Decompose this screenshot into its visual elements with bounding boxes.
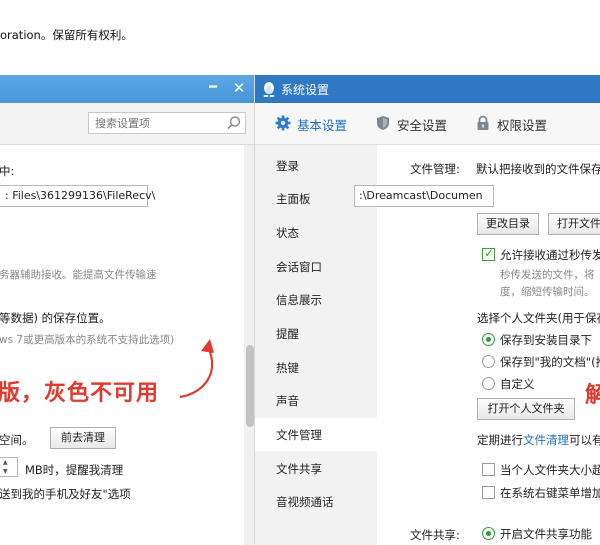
recv-path-value: : Files\361299136\FileRecv\: [5, 189, 156, 202]
sidebar-item-login[interactable]: 登录: [255, 149, 377, 182]
annotation-text-left: 版，灰色不可用: [0, 381, 160, 406]
file-mgmt-label: 文件管理:: [410, 162, 460, 176]
change-directory-button[interactable]: 更改目录: [477, 213, 539, 235]
recv-path-field[interactable]: : Files\361299136\FileRecv\: [0, 185, 155, 207]
folder-size-label: 当个人文件夹大小超: [500, 463, 600, 477]
allow-fast-send-label: 允许接收通过秒传发: [500, 248, 600, 262]
save-path-value: :\Dreamcast\Documen: [359, 189, 483, 202]
radio-my-docs-label: 保存到"我的文档"(推: [500, 355, 600, 369]
sidebar-item-hotkeys[interactable]: 热键: [255, 351, 377, 384]
fast-send-desc-2: 度，缩短传输时间。: [500, 286, 595, 298]
friends-option-label: 送到我的手机及好友"选项: [0, 487, 131, 501]
file-sharing-label: 文件共享:: [410, 528, 460, 542]
sidebar-item-label: 信息展示: [276, 293, 322, 307]
window-titlebar: 系统设置: [255, 75, 600, 103]
periodic-suffix: 可以有: [569, 433, 600, 447]
scrollbar[interactable]: [244, 145, 254, 545]
fast-send-desc-1: 秒传发送的文件，将: [500, 269, 595, 281]
sidebar-item-label: 热键: [276, 361, 299, 375]
sidebar-item-label: 主面板: [276, 192, 311, 206]
old-window-toolbar: [0, 103, 254, 145]
tab-basic-settings[interactable]: 基本设置: [275, 114, 355, 134]
copyright-text: oration。保留所有权利。: [0, 28, 133, 42]
threshold-stepper[interactable]: ▲ ▼: [0, 457, 18, 477]
sidebar-item-label: 音视频通话: [276, 495, 334, 509]
sidebar-item-file-sharing[interactable]: 文件共享: [255, 452, 377, 485]
sidebar-item-label: 登录: [276, 159, 299, 173]
sidebar-item-label: 状态: [276, 226, 299, 240]
stepper-down-icon[interactable]: ▼: [3, 468, 8, 475]
radio-custom-label: 自定义: [500, 377, 535, 391]
close-icon[interactable]: ✕: [229, 77, 249, 99]
file-cleanup-link[interactable]: 文件清理: [523, 433, 569, 447]
window-title: 系统设置: [281, 83, 330, 97]
sidebar-item-label: 提醒: [276, 327, 299, 341]
search-field[interactable]: [88, 112, 246, 134]
clear-button[interactable]: 前去清理: [50, 427, 116, 449]
penguin-icon: [263, 82, 275, 97]
allow-fast-send-checkbox[interactable]: [482, 246, 495, 261]
context-menu-label: 在系统右键菜单增加: [500, 486, 600, 500]
minimize-icon[interactable]: ━: [204, 78, 222, 98]
space-label: 空间。: [0, 433, 34, 447]
shield-icon: [377, 116, 389, 130]
radio-install-dir[interactable]: [482, 333, 495, 346]
sidebar-item-label: 会话窗口: [276, 260, 322, 274]
annotation-arrow-icon: [179, 339, 214, 399]
sidebar-item-chat-window[interactable]: 会话窗口: [255, 250, 377, 283]
enable-sharing-radio[interactable]: [482, 527, 495, 540]
radio-install-dir-label: 保存到安装目录下: [500, 333, 592, 347]
save-path-field[interactable]: :\Dreamcast\Documen: [354, 185, 494, 207]
periodic-cleanup-text: 定期进行文件清理可以有: [477, 432, 600, 448]
sidebar-item-label: 文件管理: [276, 428, 322, 442]
settings-tabs: 基本设置 安全设置 权限设置: [255, 103, 600, 145]
periodic-prefix: 定期进行: [477, 433, 523, 447]
enable-sharing-label: 开启文件共享功能: [500, 527, 592, 541]
radio-my-docs[interactable]: [482, 355, 495, 368]
old-window-titlebar: ━ ✕: [0, 75, 254, 103]
search-input[interactable]: [95, 115, 220, 131]
search-icon[interactable]: [226, 115, 242, 131]
lock-icon: [477, 115, 489, 130]
save-location-label: 等数据) 的保存位置。: [0, 311, 111, 325]
radio-custom[interactable]: [482, 377, 495, 390]
gear-icon: [275, 115, 291, 131]
tab-label: 安全设置: [397, 118, 448, 133]
sidebar-item-reminder[interactable]: 提醒: [255, 317, 377, 350]
sidebar-item-sound[interactable]: 声音: [255, 384, 377, 417]
personal-folder-label: 选择个人文件夹(用于保存: [477, 311, 600, 325]
old-settings-window: ━ ✕ 中: : Files\361299136\FileRecv\ 务器辅助接…: [0, 75, 255, 545]
sidebar-item-status[interactable]: 状态: [255, 216, 377, 249]
stepper-up-icon[interactable]: ▲: [3, 459, 8, 466]
server-hint: 务器辅助接收。能提高文件传输速: [0, 269, 157, 281]
background-console: oration。保留所有权利。: [0, 0, 600, 75]
sidebar-item-label: 文件共享: [276, 462, 322, 476]
sidebar-item-info-display[interactable]: 信息展示: [255, 283, 377, 316]
default-recv-text: 默认把接收到的文件保存: [476, 162, 600, 176]
tab-label: 基本设置: [297, 118, 348, 133]
scrollbar-thumb[interactable]: [246, 345, 254, 427]
open-personal-folder-button[interactable]: 打开个人文件夹: [477, 398, 575, 420]
win7-note: ws 7或更高版本的系统不支持此选项): [0, 334, 175, 346]
folder-size-checkbox[interactable]: [482, 463, 495, 476]
threshold-label: MB时，提醒我清理: [25, 463, 124, 477]
context-menu-checkbox[interactable]: [482, 486, 495, 499]
tab-permission-settings[interactable]: 权限设置: [475, 114, 555, 134]
tab-security-settings[interactable]: 安全设置: [375, 114, 455, 134]
annotation-text-right: 解: [585, 383, 600, 408]
tab-label: 权限设置: [497, 118, 548, 133]
sidebar-item-label: 声音: [276, 394, 299, 408]
sidebar-item-file-management[interactable]: 文件管理: [255, 418, 377, 451]
sidebar-item-av-calls[interactable]: 音视频通话: [255, 485, 377, 518]
open-file-button[interactable]: 打开文件: [548, 213, 600, 235]
recv-label: 中:: [0, 164, 15, 178]
system-settings-window: 系统设置 基本设置 安全设置 权限设置 登录 主面板 状态 会话窗口 信息展示 …: [255, 75, 600, 545]
